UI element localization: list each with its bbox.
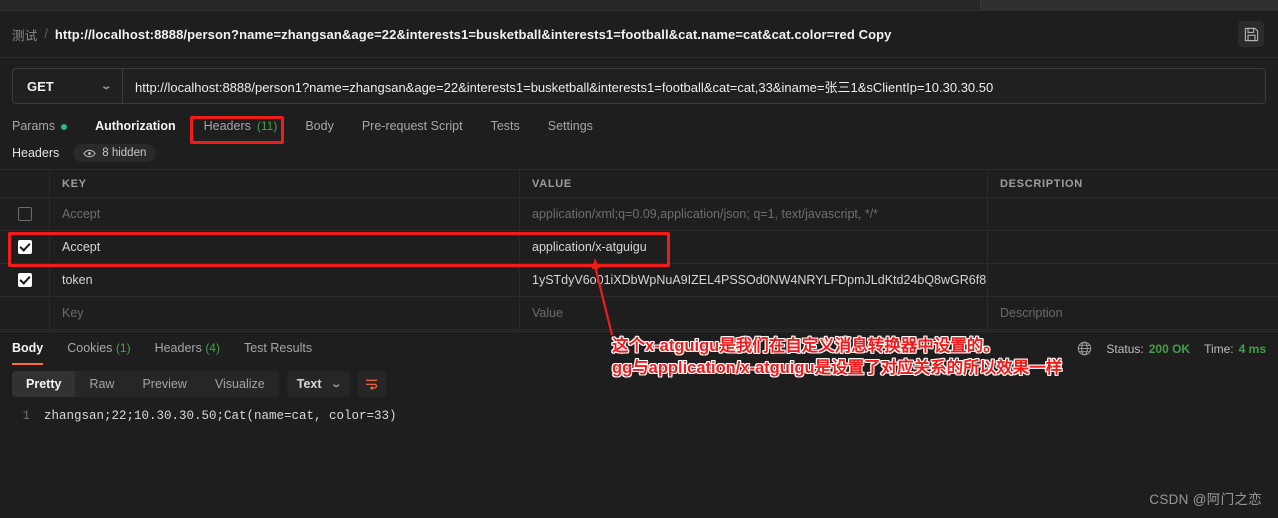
row-checkbox[interactable]: [17, 240, 32, 254]
code-line-content: zhangsan;22;10.30.30.50;Cat(name=cat, co…: [44, 409, 397, 423]
placeholder-checkbox-cell: [0, 297, 50, 329]
new-description-input[interactable]: Description: [1000, 306, 1063, 320]
breadcrumb-separator: /: [44, 27, 48, 41]
response-tab-cookies-label: Cookies: [67, 340, 113, 355]
header-key[interactable]: Accept: [62, 207, 100, 221]
save-floppy-icon: [1244, 27, 1258, 41]
response-body-code: 1 zhangsan;22;10.30.30.50;Cat(name=cat, …: [0, 405, 1278, 423]
row-checkbox-cell[interactable]: [0, 264, 50, 296]
method-label: GET: [27, 78, 54, 94]
row-checkbox-cell[interactable]: [0, 198, 50, 230]
request-url-bar: GET ⌄ http://localhost:8888/person1?name…: [12, 68, 1266, 104]
column-header-description: DESCRIPTION: [1000, 177, 1083, 190]
window-top-strip: [0, 0, 1278, 11]
body-view-segmented-control: Pretty Raw Preview Visualize: [12, 371, 279, 397]
header-key[interactable]: Accept: [62, 240, 100, 254]
response-status-area: Status: 200 OK Time: 4 ms: [1077, 341, 1266, 356]
response-tab-headers-count: (4): [205, 340, 220, 355]
code-line-number: 1: [22, 409, 30, 423]
body-view-preview[interactable]: Preview: [128, 371, 200, 397]
save-button[interactable]: [1238, 21, 1264, 47]
breadcrumb-title[interactable]: http://localhost:8888/person?name=zhangs…: [55, 27, 892, 42]
chevron-down-icon: ⌄: [99, 80, 112, 92]
tab-pre-request-script-label: Pre-request Script: [361, 119, 463, 133]
hidden-headers-toggle[interactable]: 8 hidden: [73, 144, 157, 162]
tab-authorization[interactable]: Authorization: [81, 113, 190, 140]
row-checkbox-cell[interactable]: [0, 231, 50, 263]
response-tab-body-label: Body: [12, 340, 44, 355]
tab-tests[interactable]: Tests: [477, 113, 534, 140]
body-view-pretty[interactable]: Pretty: [12, 371, 76, 397]
tab-settings-label: Settings: [547, 119, 593, 133]
status-value: 200 OK: [1148, 341, 1191, 356]
header-value[interactable]: 1ySTdyV6o01iXDbWpNuA9IZEL4PSSOd0NW4NRYLF…: [532, 273, 987, 287]
body-format-label: Text: [296, 377, 322, 391]
headers-subheader: Headers 8 hidden: [0, 140, 1278, 169]
response-tab-cookies[interactable]: Cookies (1): [67, 341, 130, 357]
table-row[interactable]: Accept application/x-atguigu: [0, 231, 1278, 264]
header-key[interactable]: token: [62, 273, 93, 287]
time-label: Time:: [1204, 341, 1234, 356]
body-format-select[interactable]: Text ⌄: [286, 371, 350, 397]
table-row[interactable]: token 1ySTdyV6o01iXDbWpNuA9IZEL4PSSOd0NW…: [0, 264, 1278, 297]
url-input[interactable]: http://localhost:8888/person1?name=zhang…: [123, 69, 1265, 103]
top-strip-left: [0, 0, 980, 10]
tab-headers-label: Headers: [203, 119, 251, 133]
body-view-visualize[interactable]: Visualize: [201, 371, 279, 397]
headers-table: KEY VALUE DESCRIPTION Accept application…: [0, 169, 1278, 330]
column-header-key: KEY: [62, 177, 87, 190]
wrap-lines-button[interactable]: [357, 371, 386, 397]
response-tab-headers[interactable]: Headers (4): [155, 341, 220, 357]
tab-pre-request-script[interactable]: Pre-request Script: [348, 113, 477, 140]
row-checkbox[interactable]: [17, 207, 32, 221]
response-tab-body[interactable]: Body: [12, 340, 44, 365]
tab-headers[interactable]: Headers (11): [190, 113, 292, 140]
table-row[interactable]: Accept application/xml;q=0.09,applicatio…: [0, 198, 1278, 231]
status-label: Status:: [1106, 341, 1144, 356]
tab-settings[interactable]: Settings: [534, 113, 607, 140]
top-strip-right: [980, 0, 1278, 10]
response-tabs: Body Cookies (1) Headers (4) Test Result…: [0, 331, 1278, 365]
request-tabs: Params Authorization Headers (11) Body P…: [0, 113, 1278, 140]
tab-params-label: Params: [12, 119, 56, 133]
response-body-toolbar: Pretty Raw Preview Visualize Text ⌄: [0, 365, 1278, 405]
tab-headers-count: (11): [256, 119, 278, 133]
response-tab-headers-label: Headers: [154, 340, 202, 355]
request-url-row: GET ⌄ http://localhost:8888/person1?name…: [0, 58, 1278, 113]
table-header-row: KEY VALUE DESCRIPTION: [0, 170, 1278, 198]
globe-icon[interactable]: [1077, 341, 1092, 356]
response-tab-test-results[interactable]: Test Results: [244, 341, 312, 357]
params-modified-dot-icon: [61, 123, 68, 130]
new-key-input[interactable]: Key: [62, 306, 84, 320]
postman-window: 测试 / http://localhost:8888/person?name=z…: [0, 0, 1278, 518]
body-view-raw[interactable]: Raw: [75, 371, 128, 397]
tab-params[interactable]: Params: [12, 113, 81, 140]
header-value[interactable]: application/x-atguigu: [532, 240, 647, 254]
time-value: 4 ms: [1238, 341, 1266, 356]
header-value[interactable]: application/xml;q=0.09,application/json;…: [532, 207, 878, 221]
chevron-down-icon: ⌄: [329, 378, 342, 390]
response-tab-test-results-label: Test Results: [243, 340, 313, 355]
tab-tests-label: Tests: [490, 119, 520, 133]
watermark: CSDN @阿门之恋: [1149, 492, 1262, 507]
table-header-checkbox-cell: [0, 170, 50, 197]
tab-body-label: Body: [305, 119, 334, 133]
column-header-value: VALUE: [532, 177, 572, 190]
tab-body[interactable]: Body: [291, 113, 348, 140]
response-tab-cookies-count: (1): [115, 340, 131, 355]
method-select[interactable]: GET ⌄: [13, 69, 123, 103]
row-checkbox[interactable]: [17, 273, 32, 287]
new-value-input[interactable]: Value: [532, 306, 563, 320]
headers-subheader-label: Headers: [12, 146, 60, 160]
eye-icon: [83, 149, 96, 158]
tab-authorization-label: Authorization: [95, 119, 176, 133]
breadcrumb-collection[interactable]: 测试: [12, 25, 37, 44]
breadcrumb: 测试 / http://localhost:8888/person?name=z…: [0, 11, 1278, 58]
hidden-headers-count: 8 hidden: [102, 147, 147, 159]
table-row-placeholder[interactable]: Key Value Description: [0, 297, 1278, 330]
wrap-lines-icon: [366, 379, 378, 390]
